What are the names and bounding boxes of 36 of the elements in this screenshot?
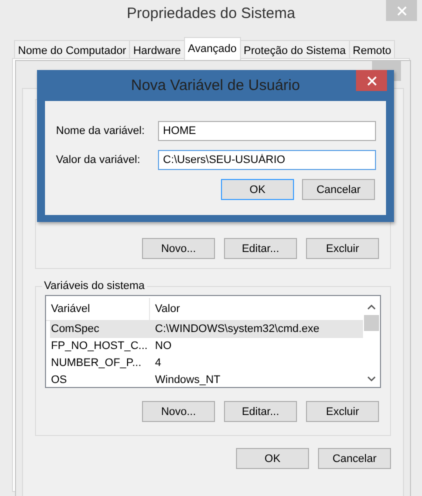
list-row[interactable]: ComSpec C:\WINDOWS\system32\cmd.exe <box>50 321 363 338</box>
scroll-down-icon[interactable] <box>367 376 376 382</box>
table-cell-text: FP_NO_HOST_C... <box>50 339 149 354</box>
list-row[interactable]: NUMBER_OF_P... 4 <box>50 355 363 372</box>
table-cell-text: OS <box>50 373 68 387</box>
button[interactable]: Novo... <box>142 238 215 259</box>
table-cell-text: NO <box>154 339 172 354</box>
button[interactable]: Excluir <box>306 401 379 422</box>
list-row[interactable]: OS Windows_NT <box>50 372 363 387</box>
column-header[interactable]: Valor <box>150 298 363 320</box>
table-cell-text: C:\WINDOWS\system32\cmd.exe <box>154 322 320 337</box>
column-header[interactable]: Variável <box>46 298 150 320</box>
button[interactable]: Editar... <box>224 401 297 422</box>
input-field[interactable]: HOME <box>158 121 376 141</box>
table-cell-text: NUMBER_OF_P... <box>50 356 142 371</box>
button[interactable]: Cancelar <box>318 448 391 469</box>
dialog-title: Nova Variável de Usuário <box>131 77 300 96</box>
button[interactable]: OK <box>236 448 309 469</box>
close-icon <box>396 6 406 16</box>
table-cell-text: Windows_NT <box>154 373 222 387</box>
list-row[interactable]: FP_NO_HOST_C... NO <box>50 338 363 355</box>
button[interactable]: OK <box>221 179 294 200</box>
window-title: Propriedades do Sistema <box>126 5 296 24</box>
button[interactable]: Novo... <box>142 401 215 422</box>
button[interactable]: Cancelar <box>302 179 375 200</box>
close-icon <box>366 76 376 86</box>
field-label: Nome da variável: <box>56 125 146 137</box>
scroll-up-icon[interactable] <box>367 304 376 310</box>
close-button[interactable] <box>356 70 387 91</box>
table-cell-text: 4 <box>154 356 162 371</box>
tab[interactable]: Avançado <box>184 37 241 60</box>
button[interactable]: Excluir <box>306 238 379 259</box>
table-cell-text: ComSpec <box>50 322 100 337</box>
scroll-thumb[interactable] <box>364 315 379 331</box>
field-label: Valor da variável: <box>56 154 142 166</box>
button[interactable]: Editar... <box>224 238 297 259</box>
